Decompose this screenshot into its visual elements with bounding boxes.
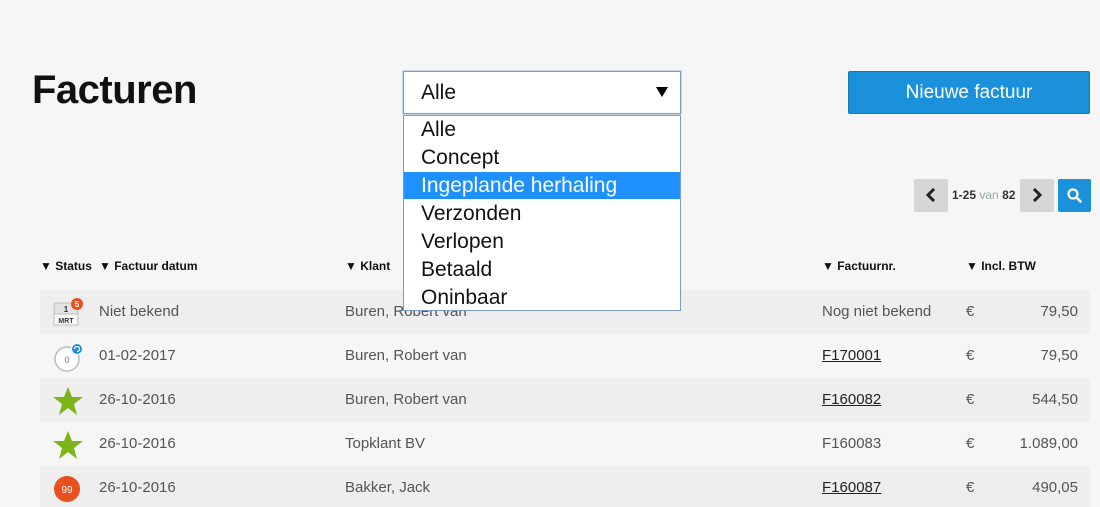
- search-icon: [1067, 188, 1082, 203]
- invoice-date: 26-10-2016: [99, 391, 176, 408]
- currency-symbol: €: [966, 303, 975, 320]
- clock-label: 0: [64, 355, 69, 365]
- calendar-icon: 1 MRT 5: [52, 297, 83, 327]
- invoice-number-link[interactable]: F160087: [822, 479, 881, 496]
- filter-option-verlopen[interactable]: Verlopen: [404, 228, 680, 255]
- page-range: 1-25: [952, 188, 977, 202]
- search-button[interactable]: [1058, 179, 1091, 212]
- page-range-label: 1-25 van 82: [952, 188, 1015, 202]
- table-row[interactable]: 0 01-02-2017 Buren, Robert van F170001 €…: [40, 334, 1090, 378]
- currency-symbol: €: [966, 435, 975, 452]
- pagination: 1-25 van 82: [914, 179, 1054, 212]
- invoice-date: 01-02-2017: [99, 347, 176, 364]
- invoice-amount: 79,50: [1040, 347, 1078, 364]
- table-row[interactable]: 26-10-2016 Buren, Robert van F160082 € 5…: [40, 378, 1090, 422]
- dropdown-arrow-icon: [656, 87, 668, 97]
- new-invoice-button[interactable]: Nieuwe factuur: [848, 71, 1090, 114]
- next-page-button[interactable]: [1020, 179, 1054, 212]
- star-icon: [52, 385, 83, 415]
- overdue-badge-icon: 99: [52, 473, 82, 503]
- page-of-label: van: [979, 188, 999, 202]
- invoice-number-link[interactable]: F170001: [822, 347, 881, 364]
- status-filter-dropdown: Alle Concept Ingeplande herhaling Verzon…: [403, 115, 681, 311]
- filter-option-ingeplande-herhaling[interactable]: Ingeplande herhaling: [404, 172, 680, 199]
- page-title: Facturen: [32, 68, 197, 112]
- invoice-number: F160083: [822, 435, 882, 452]
- filter-option-betaald[interactable]: Betaald: [404, 256, 680, 283]
- status-filter-value: Alle: [421, 81, 457, 104]
- notification-badge: 5: [75, 300, 80, 309]
- column-header-total-incl-vat[interactable]: ▼ Incl. BTW: [966, 259, 1036, 273]
- invoice-amount: 490,05: [1032, 479, 1078, 496]
- invoice-amount: 544,50: [1032, 391, 1078, 408]
- overdue-count: 99: [61, 485, 73, 496]
- invoice-number: Nog niet bekend: [822, 303, 932, 320]
- status-filter-select[interactable]: Alle: [403, 71, 681, 114]
- invoice-amount: 1.089,00: [1019, 435, 1078, 452]
- filter-option-verzonden[interactable]: Verzonden: [404, 200, 680, 227]
- chevron-right-icon: [1032, 188, 1043, 202]
- invoice-number-link[interactable]: F160082: [822, 391, 881, 408]
- client-name: Buren, Robert van: [345, 347, 467, 364]
- currency-symbol: €: [966, 391, 975, 408]
- filter-option-alle[interactable]: Alle: [404, 116, 680, 143]
- currency-symbol: €: [966, 479, 975, 496]
- previous-page-button[interactable]: [914, 179, 948, 212]
- client-name: Topklant BV: [345, 435, 426, 452]
- calendar-month: MRT: [58, 318, 74, 325]
- page-total: 82: [1002, 188, 1016, 202]
- invoice-amount: 79,50: [1040, 303, 1078, 320]
- column-header-invoice-number[interactable]: ▼ Factuurnr.: [822, 259, 896, 273]
- column-header-client[interactable]: ▼ Klant: [345, 259, 390, 273]
- invoice-date: 26-10-2016: [99, 479, 176, 496]
- client-name: Bakker, Jack: [345, 479, 431, 496]
- table-row[interactable]: 99 26-10-2016 Bakker, Jack F160087 € 490…: [40, 466, 1090, 507]
- column-header-status[interactable]: ▼ Status: [40, 259, 92, 273]
- invoices-page: Facturen Alle Alle Concept Ingeplande he…: [0, 0, 1100, 507]
- recurring-clock-icon: 0: [52, 341, 83, 372]
- star-icon: [52, 429, 83, 459]
- currency-symbol: €: [966, 347, 975, 364]
- invoice-date: 26-10-2016: [99, 435, 176, 452]
- table-row[interactable]: 26-10-2016 Topklant BV F160083 € 1.089,0…: [40, 422, 1090, 466]
- calendar-day: 1: [64, 305, 69, 314]
- filter-option-concept[interactable]: Concept: [404, 144, 680, 171]
- client-name: Buren, Robert van: [345, 391, 467, 408]
- chevron-left-icon: [925, 188, 936, 202]
- column-header-date[interactable]: ▼ Factuur datum: [99, 259, 198, 273]
- filter-option-oninbaar[interactable]: Oninbaar: [404, 284, 680, 311]
- invoice-date: Niet bekend: [99, 303, 180, 320]
